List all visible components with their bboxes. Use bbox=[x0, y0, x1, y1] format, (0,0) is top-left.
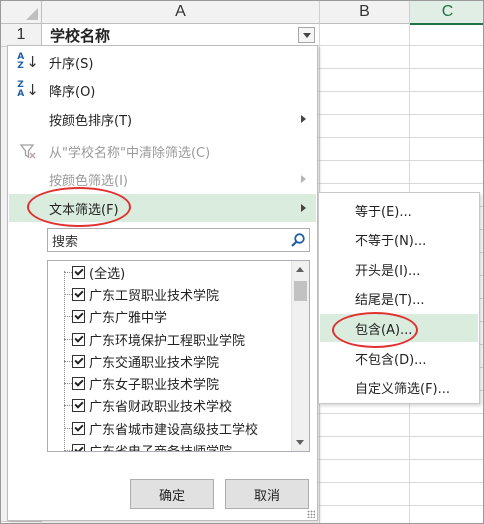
checkbox[interactable] bbox=[72, 287, 85, 301]
checkbox[interactable] bbox=[72, 398, 85, 412]
checkbox[interactable] bbox=[72, 265, 85, 279]
scroll-down-icon[interactable] bbox=[296, 440, 304, 445]
sort-ascending-icon: A Z ↓ bbox=[17, 52, 39, 71]
column-header-c[interactable]: C bbox=[410, 1, 483, 25]
search-input[interactable]: 搜索 bbox=[47, 228, 310, 252]
search-placeholder: 搜索 bbox=[52, 234, 79, 250]
checkbox[interactable] bbox=[72, 309, 85, 323]
menu-label: 文本筛选(F) bbox=[49, 202, 119, 218]
cancel-button[interactable]: 取消 bbox=[225, 479, 309, 509]
checkbox[interactable] bbox=[72, 332, 85, 346]
list-item-label: 广东广雅中学 bbox=[89, 310, 168, 326]
filter-panel: A Z ↓ 升序(S) Z A ↓ 降序(O) 按颜色排序(T) 从"学校名称"中清除筛… bbox=[7, 45, 318, 521]
checkbox[interactable] bbox=[72, 421, 85, 435]
list-item-select-all[interactable]: (全选) bbox=[48, 261, 288, 283]
list-item[interactable]: 广东工贸职业技术学院 bbox=[48, 283, 288, 305]
submenu-arrow-icon bbox=[301, 115, 306, 123]
list-item-label: 广东工贸职业技术学院 bbox=[89, 288, 220, 304]
resize-grip-icon[interactable] bbox=[307, 510, 315, 518]
submenu-label: 不包含(D)... bbox=[355, 352, 427, 368]
submenu-contains[interactable]: 包含(A)... bbox=[320, 314, 478, 342]
list-item-label: 广东环境保护工程职业学院 bbox=[89, 333, 246, 349]
search-icon[interactable] bbox=[290, 232, 306, 248]
list-item[interactable]: 广东省电子商务技师学院 bbox=[48, 439, 288, 452]
row-header-1[interactable]: 1 bbox=[1, 24, 42, 47]
menu-sort-ascending[interactable]: A Z ↓ 升序(S) bbox=[9, 48, 316, 76]
filter-value-list[interactable]: (全选) 广东工贸职业技术学院 广东广雅中学 广东环境保护工程职业学院 广东交通… bbox=[47, 260, 310, 452]
submenu-begins-with[interactable]: 开头是(I)... bbox=[320, 255, 478, 283]
menu-label: 从"学校名称"中清除筛选(C) bbox=[49, 145, 211, 161]
filter-dropdown-button[interactable] bbox=[298, 27, 315, 43]
checkbox[interactable] bbox=[72, 443, 85, 451]
list-item-label: 广东省电子商务技师学院 bbox=[89, 444, 233, 452]
menu-clear-filter[interactable]: 从"学校名称"中清除筛选(C) bbox=[9, 137, 316, 165]
submenu-does-not-contain[interactable]: 不包含(D)... bbox=[320, 344, 478, 372]
menu-sort-by-color[interactable]: 按颜色排序(T) bbox=[9, 105, 316, 133]
list-item[interactable]: 广东环境保护工程职业学院 bbox=[48, 328, 288, 350]
excel-window: A B C 1 学校名称 A Z ↓ 升序(S) Z A ↓ 降序(O) 按颜色排序(T… bbox=[0, 0, 484, 524]
submenu-custom-filter[interactable]: 自定义筛选(F)... bbox=[320, 373, 478, 401]
ok-button[interactable]: 确定 bbox=[130, 479, 214, 509]
list-item-label: (全选) bbox=[89, 266, 126, 282]
list-item[interactable]: 广东女子职业技术学院 bbox=[48, 372, 288, 394]
list-item-label: 广东省财政职业技术学校 bbox=[89, 399, 233, 415]
menu-sort-descending[interactable]: Z A ↓ 降序(O) bbox=[9, 76, 316, 104]
text-filter-submenu: 等于(E)... 不等于(N)... 开头是(I)... 结尾是(T)... 包… bbox=[318, 192, 480, 404]
submenu-label: 开头是(I)... bbox=[355, 263, 421, 279]
submenu-arrow-icon bbox=[301, 204, 306, 212]
menu-label: 按颜色筛选(I) bbox=[49, 173, 128, 189]
submenu-label: 不等于(N)... bbox=[355, 233, 427, 249]
cell-a1[interactable]: 学校名称 bbox=[42, 24, 319, 46]
submenu-label: 包含(A)... bbox=[355, 322, 413, 338]
list-item-label: 广东女子职业技术学院 bbox=[89, 377, 220, 393]
list-item[interactable]: 广东交通职业技术学院 bbox=[48, 350, 288, 372]
list-scrollbar[interactable] bbox=[291, 261, 309, 451]
menu-label: 按颜色排序(T) bbox=[49, 113, 133, 129]
menu-label: 升序(S) bbox=[49, 56, 94, 72]
checkbox[interactable] bbox=[72, 354, 85, 368]
menu-filter-by-color[interactable]: 按颜色筛选(I) bbox=[9, 165, 316, 193]
submenu-label: 自定义筛选(F)... bbox=[355, 381, 451, 397]
submenu-arrow-icon bbox=[301, 175, 306, 183]
select-all-corner[interactable] bbox=[1, 1, 42, 24]
sort-descending-icon: Z A ↓ bbox=[17, 80, 39, 99]
menu-text-filter[interactable]: 文本筛选(F) bbox=[9, 194, 316, 222]
scrollbar-thumb[interactable] bbox=[294, 281, 307, 301]
clear-filter-icon bbox=[17, 140, 39, 162]
scroll-up-icon[interactable] bbox=[296, 267, 304, 272]
submenu-ends-with[interactable]: 结尾是(T)... bbox=[320, 284, 478, 312]
submenu-equals[interactable]: 等于(E)... bbox=[320, 196, 478, 224]
column-header-b[interactable]: B bbox=[320, 1, 410, 24]
submenu-label: 结尾是(T)... bbox=[355, 292, 425, 308]
list-item-label: 广东省城市建设高级技工学校 bbox=[89, 422, 259, 438]
list-item-label: 广东交通职业技术学院 bbox=[89, 355, 220, 371]
list-item[interactable]: 广东省城市建设高级技工学校 bbox=[48, 417, 288, 439]
list-item[interactable]: 广东广雅中学 bbox=[48, 305, 288, 327]
column-header-a[interactable]: A bbox=[42, 1, 320, 24]
submenu-not-equals[interactable]: 不等于(N)... bbox=[320, 225, 478, 253]
list-item[interactable]: 广东省财政职业技术学校 bbox=[48, 394, 288, 416]
chevron-down-icon bbox=[302, 32, 311, 38]
menu-label: 降序(O) bbox=[49, 84, 96, 100]
checkbox[interactable] bbox=[72, 376, 85, 390]
submenu-label: 等于(E)... bbox=[355, 204, 412, 220]
